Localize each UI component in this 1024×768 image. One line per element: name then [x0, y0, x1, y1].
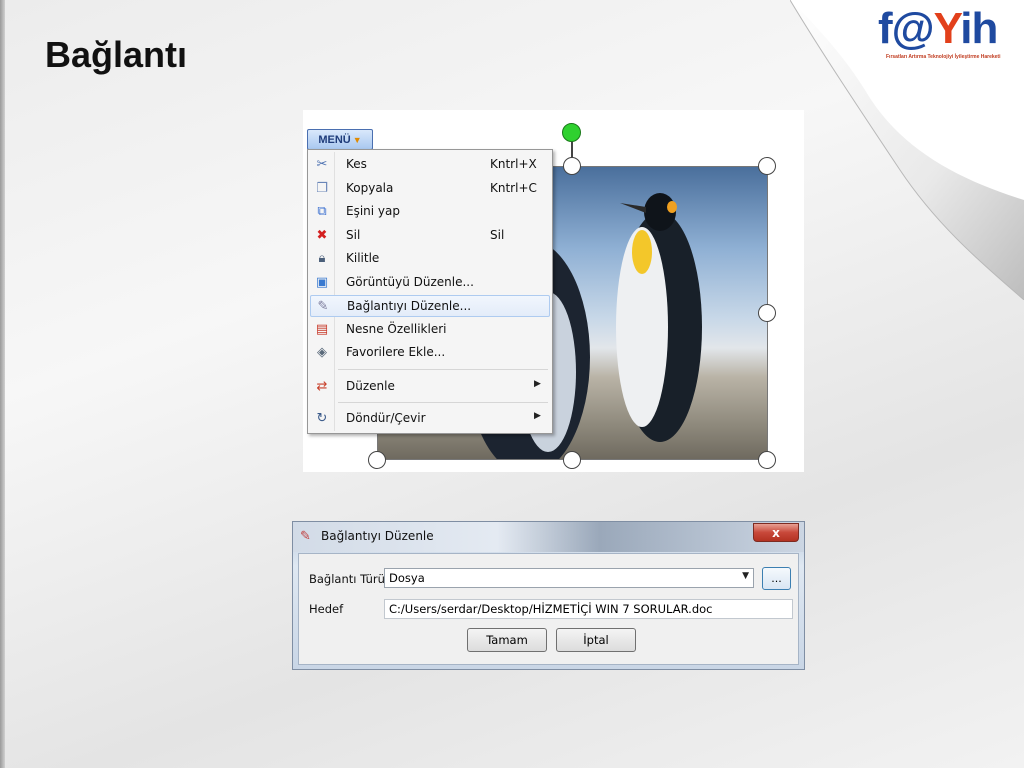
menu-item-label: Sil — [346, 228, 361, 242]
menu-item-shortcut: Kntrl+X — [490, 157, 537, 171]
edit-link-dialog: ✎ Bağlantıyı Düzenle x Bağlantı Türü Dos… — [292, 521, 805, 670]
menu-item-favorilere-ekle[interactable]: ◈ Favorilere Ekle... — [310, 342, 550, 364]
link-type-label: Bağlantı Türü — [309, 572, 385, 586]
link-type-select[interactable]: Dosya ▼ — [384, 568, 754, 588]
menu-item-kilitle[interactable]: 🔒︎ Kilitle — [310, 248, 550, 270]
link-type-value: Dosya — [389, 571, 425, 585]
resize-handle-right[interactable] — [758, 304, 776, 322]
logo-subtitle: Fırsatları Artırma Teknolojiyi İyileştir… — [886, 54, 1001, 60]
rotate-icon: ↻ — [316, 411, 328, 426]
delete-x-icon: ✖ — [316, 228, 328, 243]
cancel-button-label: İptal — [583, 633, 609, 647]
resize-handle-bottom[interactable] — [563, 451, 581, 469]
browse-button[interactable]: ... — [762, 567, 791, 590]
close-icon: x — [772, 525, 780, 540]
cancel-button[interactable]: İptal — [556, 628, 636, 652]
duplicate-icon: ⧉ — [317, 204, 327, 219]
context-menu: ✂ Kes Kntrl+X ❐ Kopyala Kntrl+C ⧉ Eşini … — [307, 149, 553, 434]
logo-wordmark: f@Yih — [878, 4, 998, 54]
resize-handle-bottom-right[interactable] — [758, 451, 776, 469]
ok-button-label: Tamam — [486, 633, 528, 647]
edit-image-icon: ▣ — [315, 275, 329, 290]
slide-title: Bağlantı — [45, 34, 188, 75]
resize-handle-top[interactable] — [563, 157, 581, 175]
link-icon: ✎ — [317, 299, 329, 314]
slide-left-edge — [0, 0, 5, 768]
submenu-arrow-icon: ▶ — [534, 411, 541, 421]
arrange-icon: ⇄ — [316, 379, 328, 394]
lock-icon: 🔒︎ — [318, 251, 326, 266]
menu-item-goruntuyu-duzenle[interactable]: ▣ Görüntüyü Düzenle... — [310, 272, 550, 294]
menu-item-label: Kilitle — [346, 251, 380, 265]
properties-icon: ▤ — [315, 322, 329, 337]
menu-button[interactable]: MENÜ ▼ — [307, 129, 373, 150]
menu-item-shortcut: Kntrl+C — [490, 181, 537, 195]
menu-item-baglantiyi-duzenle[interactable]: ✎ Bağlantıyı Düzenle... — [310, 295, 550, 317]
menu-item-label: Eşini yap — [346, 204, 400, 218]
fatih-logo: f@Yih Fırsatları Artırma Teknolojiyi İyi… — [878, 4, 1018, 62]
favorites-icon: ◈ — [317, 345, 327, 360]
menu-item-label: Döndür/Çevir — [346, 411, 426, 425]
submenu-arrow-icon: ▶ — [534, 379, 541, 389]
dialog-title: Bağlantıyı Düzenle — [321, 529, 434, 543]
menu-separator — [338, 402, 548, 403]
menu-item-label: Kes — [346, 157, 367, 171]
menu-item-label: Düzenle — [346, 379, 395, 393]
menu-item-shortcut: Sil — [490, 228, 505, 242]
close-button[interactable]: x — [753, 523, 799, 542]
menu-item-kes[interactable]: ✂ Kes Kntrl+X — [310, 154, 550, 176]
rotation-handle[interactable] — [562, 123, 581, 142]
menu-item-kopyala[interactable]: ❐ Kopyala Kntrl+C — [310, 178, 550, 200]
copy-icon: ❐ — [316, 181, 328, 196]
ok-button[interactable]: Tamam — [467, 628, 547, 652]
browse-button-label: ... — [771, 572, 782, 585]
dialog-link-edit-icon: ✎ — [300, 529, 311, 544]
logo-figure-icon: Y — [933, 4, 962, 53]
menu-item-label: Bağlantıyı Düzenle... — [347, 299, 472, 313]
menu-item-esini-yap[interactable]: ⧉ Eşini yap — [310, 201, 550, 223]
scissors-icon: ✂ — [316, 157, 328, 172]
menu-item-duzenle[interactable]: ⇄ Düzenle ▶ — [310, 376, 550, 398]
caret-down-icon: ▼ — [352, 134, 362, 145]
menu-item-dondur-cevir[interactable]: ↻ Döndür/Çevir ▶ — [310, 408, 550, 430]
resize-handle-bottom-left[interactable] — [368, 451, 386, 469]
image-edit-panel: MENÜ ▼ ✂ Kes Kntrl+X ❐ Kopyala Kntrl+C ⧉… — [303, 110, 804, 472]
menu-item-sil[interactable]: ✖ Sil Sil — [310, 225, 550, 247]
logo-word-start: f@ — [878, 4, 935, 53]
menu-item-nesne-ozellikleri[interactable]: ▤ Nesne Özellikleri — [310, 319, 550, 341]
logo-word-end: ih — [960, 4, 998, 53]
target-label: Hedef — [309, 602, 344, 616]
menu-button-label: MENÜ — [318, 133, 351, 146]
dropdown-arrow-icon: ▼ — [742, 571, 749, 581]
target-input[interactable]: C:/Users/serdar/Desktop/HİZMETİÇİ WIN 7 … — [384, 599, 793, 619]
menu-separator — [338, 369, 548, 370]
menu-item-label: Nesne Özellikleri — [346, 322, 447, 336]
menu-item-label: Görüntüyü Düzenle... — [346, 275, 474, 289]
target-value: C:/Users/serdar/Desktop/HİZMETİÇİ WIN 7 … — [389, 602, 713, 616]
dialog-body: Bağlantı Türü Dosya ▼ ... Hedef C:/Users… — [298, 553, 799, 665]
menu-item-label: Kopyala — [346, 181, 394, 195]
menu-item-label: Favorilere Ekle... — [346, 345, 446, 359]
resize-handle-top-right[interactable] — [758, 157, 776, 175]
